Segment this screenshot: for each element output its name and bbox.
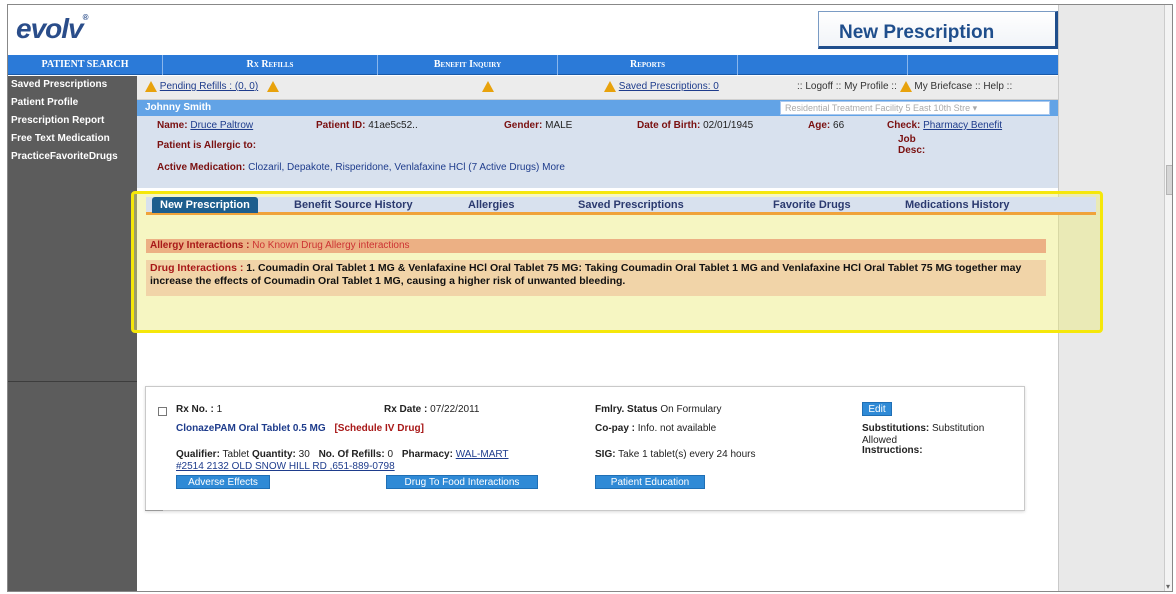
tab-bar: New Prescription Benefit Source History … xyxy=(146,197,1096,215)
drug-interactions-label: Drug Interactions : xyxy=(150,262,244,274)
warning-icon xyxy=(899,81,912,92)
drug-food-interactions-button[interactable]: Drug To Food Interactions xyxy=(386,475,538,489)
main-content: Pending Refills : (0, 0) Saved Prescript… xyxy=(131,76,1103,591)
nav-rx-refills[interactable]: Rx Refills xyxy=(163,55,378,75)
nav-empty-1 xyxy=(738,55,908,75)
patient-header-bar: Johnny Smith Residential Treatment Facil… xyxy=(137,100,1058,116)
logoff-profile-links[interactable]: :: Logoff :: My Profile :: My Briefcase … xyxy=(797,81,1012,92)
rx-date: Rx Date : 07/22/2011 xyxy=(384,404,480,415)
drug-interactions-text: 1. Coumadin Oral Tablet 1 MG & Venlafaxi… xyxy=(150,262,1022,287)
sig: SIG: Take 1 tablet(s) every 24 hours xyxy=(595,449,756,460)
allergy-interactions-row: Allergy Interactions : No Known Drug All… xyxy=(146,239,1046,253)
tab-new-prescription[interactable]: New Prescription xyxy=(152,197,258,213)
sidebar: Saved Prescriptions Patient Profile Pres… xyxy=(8,76,137,591)
sidebar-item-patient-profile[interactable]: Patient Profile xyxy=(8,94,137,112)
rx-number: Rx No. : 1 xyxy=(176,404,223,415)
pending-refills[interactable]: Pending Refills : (0, 0) xyxy=(145,81,279,92)
saved-prescriptions-link[interactable]: Saved Prescriptions: 0 xyxy=(604,81,719,92)
prescription-card: Rx No. : 1 Rx Date : 07/22/2011 Fmlry. S… xyxy=(145,386,1025,511)
drug-name: ClonazePAM Oral Tablet 0.5 MG [Schedule … xyxy=(176,423,424,434)
page-title-box: New Prescription xyxy=(818,11,1058,49)
tab-saved-prescriptions[interactable]: Saved Prescriptions xyxy=(578,199,684,211)
patient-header-name: Johnny Smith xyxy=(145,102,212,113)
evolv-logo[interactable]: evolv® xyxy=(16,13,88,45)
gender-field: Gender: MALE xyxy=(504,120,573,131)
job-desc-label: Job Desc: xyxy=(898,134,926,156)
substitutions: Substitutions: Substitution Allowed xyxy=(862,423,985,446)
allergic-label: Patient is Allergic to: xyxy=(157,140,257,151)
scrollbar-thumb[interactable] xyxy=(1166,165,1172,195)
schedule-badge: [Schedule IV Drug] xyxy=(334,423,424,434)
pharmacy-link[interactable]: WAL-MART xyxy=(456,449,509,460)
warning-icon xyxy=(145,81,157,92)
patient-info-panel: Name: Druce Paltrow Patient ID: 41ae5c52… xyxy=(137,116,1058,188)
dob-field: Date of Birth: 02/01/1945 xyxy=(637,120,754,131)
nav-empty-2 xyxy=(908,55,1058,75)
sidebar-divider xyxy=(8,381,137,382)
nav-patient-search[interactable]: PATIENT SEARCH xyxy=(8,55,163,75)
patient-name-link[interactable]: Druce Paltrow xyxy=(190,120,253,131)
check-benefit-field: Check: Pharmacy Benefit xyxy=(887,120,1003,131)
vertical-scrollbar[interactable]: ▾ xyxy=(1164,5,1172,591)
patient-name-field: Name: Druce Paltrow xyxy=(157,120,254,131)
tab-medications-history[interactable]: Medications History xyxy=(905,199,1010,211)
copay: Co-pay : Info. not available xyxy=(595,423,717,434)
allergy-interactions-label: Allergy Interactions : xyxy=(150,240,250,251)
main-nav: PATIENT SEARCH Rx Refills Benefit Inquir… xyxy=(8,55,1058,75)
page-title: New Prescription xyxy=(839,22,995,43)
instructions-label: Instructions: xyxy=(862,445,923,456)
patient-education-button[interactable]: Patient Education xyxy=(595,475,705,489)
sidebar-item-saved-prescriptions[interactable]: Saved Prescriptions xyxy=(8,76,137,94)
prescription-checkbox[interactable] xyxy=(158,407,167,416)
nav-benefit-inquiry[interactable]: Benefit Inquiry xyxy=(378,55,558,75)
pharmacy-benefit-link[interactable]: Pharmacy Benefit xyxy=(923,120,1002,131)
allergy-interactions-value: No Known Drug Allergy interactions xyxy=(252,240,410,251)
edit-button[interactable]: Edit xyxy=(862,402,892,416)
formulary-status: Fmlry. Status On Formulary xyxy=(595,404,722,415)
warning-icon xyxy=(482,81,494,92)
age-field: Age: 66 xyxy=(808,120,845,131)
sidebar-item-practice-favorite-drugs[interactable]: PracticeFavoriteDrugs xyxy=(8,148,137,166)
sidebar-item-prescription-report[interactable]: Prescription Report xyxy=(8,112,137,130)
tab-favorite-drugs[interactable]: Favorite Drugs xyxy=(773,199,851,211)
active-medication-field: Active Medication: Clozaril, Depakote, R… xyxy=(157,162,565,173)
warning-icon xyxy=(266,81,279,92)
tab-allergies[interactable]: Allergies xyxy=(468,199,514,211)
warning-icon xyxy=(604,81,616,92)
tab-benefit-source-history[interactable]: Benefit Source History xyxy=(294,199,413,211)
app-window: evolv® New Prescription PATIENT SEARCH R… xyxy=(7,4,1173,592)
card-footer-line xyxy=(145,510,163,511)
pharmacy-address[interactable]: #2514 2132 OLD SNOW HILL RD ,651-889-079… xyxy=(176,461,395,472)
qualifier-quantity-refills: Qualifier: Tablet Quantity: 30 No. Of Re… xyxy=(176,449,509,460)
scroll-down-arrow-icon[interactable]: ▾ xyxy=(1166,582,1170,591)
refill-status-bar: Pending Refills : (0, 0) Saved Prescript… xyxy=(137,76,1058,100)
patient-id-field: Patient ID: 41ae5c52.. xyxy=(316,120,418,131)
drug-interactions-row: Drug Interactions : 1. Coumadin Oral Tab… xyxy=(146,260,1046,296)
adverse-effects-button[interactable]: Adverse Effects xyxy=(176,475,270,489)
active-medications-list[interactable]: Clozaril, Depakote, Risperidone, Venlafa… xyxy=(248,162,565,173)
sidebar-item-free-text-medication[interactable]: Free Text Medication xyxy=(8,130,137,148)
nav-reports[interactable]: Reports xyxy=(558,55,738,75)
facility-select[interactable]: Residential Treatment Facility 5 East 10… xyxy=(780,101,1050,115)
